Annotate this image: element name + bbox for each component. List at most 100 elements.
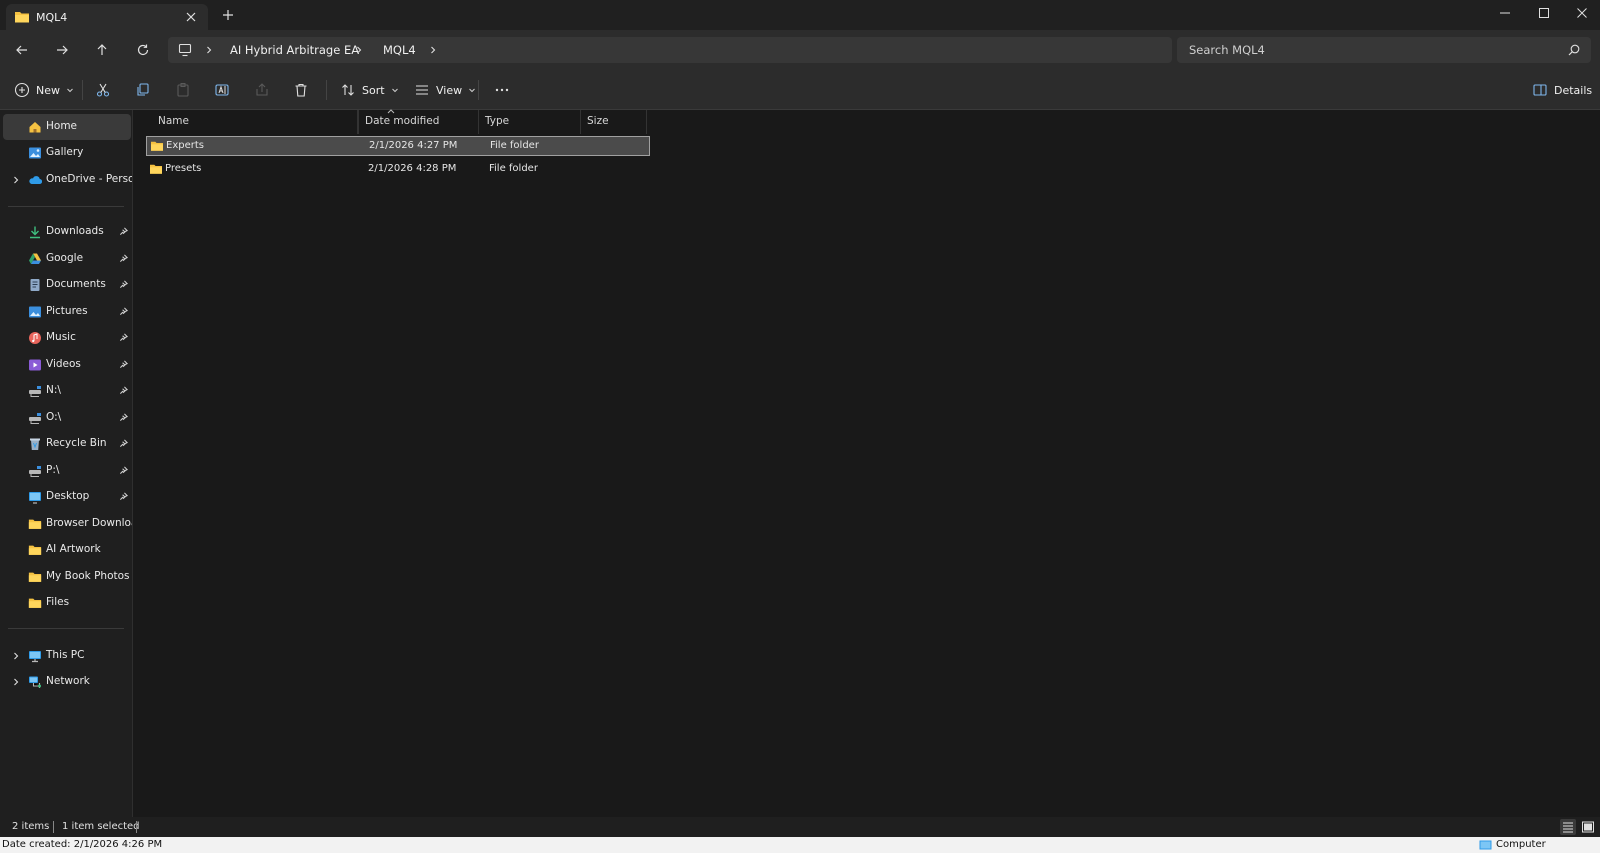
videos-icon [28,358,42,372]
sidebar-item-label: Documents [46,278,106,290]
pin-icon[interactable] [119,280,128,289]
chevron-right-icon[interactable] [428,45,438,55]
sidebar-item-label: My Book Photos [46,570,130,582]
chevron-right-icon[interactable] [11,651,21,661]
pin-icon[interactable] [119,307,128,316]
sidebar-item-label: Pictures [46,305,88,317]
sidebar-item-recycle-bin[interactable]: Recycle Bin [3,431,131,457]
minimize-icon[interactable] [1495,3,1515,23]
search-placeholder: Search MQL4 [1189,43,1265,57]
sidebar-item-gallery[interactable]: Gallery [3,140,131,166]
rename-icon[interactable] [214,80,230,100]
large-icons-view-icon[interactable] [1580,819,1596,835]
pin-icon[interactable] [119,413,128,422]
maximize-icon[interactable] [1534,3,1554,23]
search-icon[interactable] [1567,43,1581,57]
command-divider [82,80,83,100]
folder-icon [28,570,42,584]
details-button[interactable]: Details [1532,80,1592,100]
pin-icon[interactable] [119,254,128,263]
sidebar-item-label: Downloads [46,225,104,237]
chevron-right-icon[interactable] [11,175,21,185]
details-label: Details [1554,83,1593,97]
network-drive-icon [28,464,42,478]
chevron-down-icon [66,86,74,94]
breadcrumb-mql4[interactable]: MQL4 [383,43,416,57]
location-label: Computer [1496,839,1546,850]
tab-mql4[interactable]: MQL4 [6,4,208,30]
file-list: Name Date modified Type Size Experts 2/1… [134,109,1600,817]
sidebar-item-label: This PC [46,649,85,661]
refresh-icon[interactable] [133,40,153,60]
sidebar-item-n-drive[interactable]: N:\ [3,378,131,404]
file-type: File folder [489,163,538,174]
paste-icon[interactable] [175,80,191,100]
sidebar-item-ai-artwork[interactable]: AI Artwork [3,537,131,563]
pin-icon[interactable] [119,333,128,342]
pin-icon[interactable] [119,360,128,369]
more-options-icon[interactable] [494,80,510,100]
chevron-right-icon[interactable] [204,45,214,55]
copy-icon[interactable] [135,80,151,100]
sidebar-item-p-drive[interactable]: P:\ [3,458,131,484]
sidebar-item-videos[interactable]: Videos [3,352,131,378]
home-icon [28,120,42,134]
sort-button[interactable]: Sort [340,80,399,100]
up-arrow-icon[interactable] [92,40,112,60]
cut-icon[interactable] [95,80,111,100]
folder-icon [28,596,42,610]
sidebar-item-label: N:\ [46,384,61,396]
sidebar-item-pictures[interactable]: Pictures [3,299,131,325]
sidebar-item-desktop[interactable]: Desktop [3,484,131,510]
sidebar-item-documents[interactable]: Documents [3,272,131,298]
column-header-type[interactable]: Type [479,110,581,134]
new-tab-icon[interactable] [222,9,234,21]
gallery-icon [28,146,42,160]
new-button[interactable]: New [14,80,74,100]
back-arrow-icon[interactable] [12,40,32,60]
column-header-size[interactable]: Size [581,110,647,134]
sidebar-item-downloads[interactable]: Downloads [3,219,131,245]
sidebar-item-files[interactable]: Files [3,590,131,616]
cloud-icon [28,173,42,187]
pin-icon[interactable] [119,439,128,448]
search-input[interactable]: Search MQL4 [1177,37,1591,63]
sidebar-item-home[interactable]: Home [3,114,131,140]
table-row[interactable]: Presets 2/1/2026 4:28 PM File folder [146,160,650,180]
file-date-modified: 2/1/2026 4:28 PM [368,163,457,174]
file-name: Presets [165,163,202,174]
sidebar-item-my-book-photos[interactable]: My Book Photos [3,564,131,590]
forward-arrow-icon[interactable] [52,40,72,60]
table-row[interactable]: Experts 2/1/2026 4:27 PM File folder [146,136,650,156]
recycle-bin-icon [28,437,42,451]
breadcrumb-ai-hybrid-arbitrage-ea[interactable]: AI Hybrid Arbitrage EA [230,43,359,57]
column-header-date-modified[interactable]: Date modified [358,110,479,134]
sidebar-item-o-drive[interactable]: O:\ [3,405,131,431]
delete-icon[interactable] [293,80,309,100]
pin-icon[interactable] [119,466,128,475]
this-pc-icon [28,649,42,663]
sidebar-item-google[interactable]: Google [3,246,131,272]
details-view-icon[interactable] [1560,819,1576,835]
share-icon[interactable] [254,80,270,100]
sidebar-item-onedrive[interactable]: OneDrive - Persona [3,167,132,193]
column-header-name[interactable]: Name [152,110,358,134]
sidebar-item-this-pc[interactable]: This PC [3,643,131,669]
pin-icon[interactable] [119,227,128,236]
sidebar-item-music[interactable]: Music [3,325,131,351]
window-close-icon[interactable] [1572,3,1592,23]
chevron-right-icon[interactable] [354,45,364,55]
sidebar-item-label: Videos [46,358,81,370]
pin-icon[interactable] [119,492,128,501]
title-bar: MQL4 [0,0,1600,30]
pin-icon[interactable] [119,386,128,395]
file-name: Experts [166,140,204,151]
command-bar: New Sort View Details [0,70,1600,110]
view-button[interactable]: View [414,80,476,100]
plus-circle-icon [14,82,30,98]
chevron-right-icon[interactable] [11,677,21,687]
sidebar-item-browser-downloads[interactable]: Browser Downloads [3,511,132,537]
close-icon[interactable] [184,10,198,24]
sidebar-item-network[interactable]: Network [3,669,131,695]
address-bar[interactable]: AI Hybrid Arbitrage EA MQL4 [168,37,1172,63]
